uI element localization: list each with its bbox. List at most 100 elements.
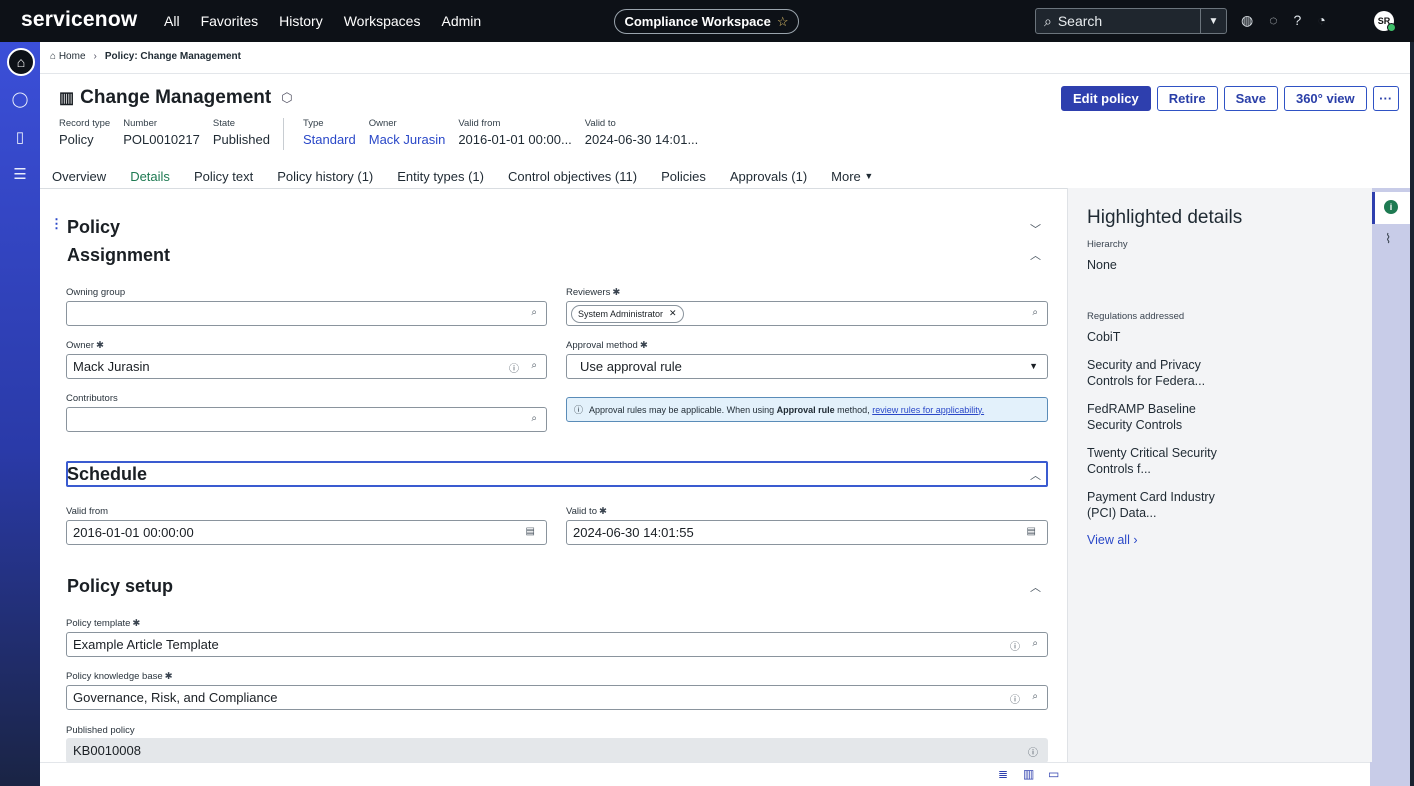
info-icon[interactable]: ⓘ (1010, 638, 1020, 653)
view-all-link[interactable]: View all › (1087, 533, 1138, 547)
servicenow-logo[interactable]: servicenow (21, 8, 137, 32)
chevron-up-icon[interactable]: ︿ (1030, 579, 1041, 595)
search-icon[interactable]: ⌕ (531, 360, 537, 371)
published-policy-field: KB0010008 ⓘ (66, 738, 1048, 762)
chevron-up-icon[interactable]: ︿ (1030, 247, 1041, 263)
chevron-right-icon: › (93, 51, 97, 62)
search-icon[interactable]: ⌕ (1032, 691, 1038, 702)
meta-divider (282, 118, 284, 150)
highlighted-details-panel: Highlighted details Hierarchy None Regul… (1067, 188, 1372, 762)
tab-control-objectives[interactable]: Control objectives (11) (496, 164, 649, 188)
tab-approvals[interactable]: Approvals (1) (718, 164, 819, 188)
info-icon[interactable]: i (1384, 200, 1398, 214)
search-placeholder: Search (1057, 13, 1103, 29)
meta-number: Number POL0010217 (123, 118, 200, 147)
list-icon[interactable]: ☰ (9, 163, 31, 185)
meta-type: Type Standard (302, 118, 356, 147)
regulation-item: Payment Card Industry (PCI) Data... (1087, 490, 1215, 520)
schedule-header-focus[interactable] (66, 461, 1048, 487)
valid-from-field[interactable]: 2016-01-01 00:00:00 ▤ (66, 520, 547, 545)
workspace-pill[interactable]: Compliance Workspace ☆ (614, 9, 799, 34)
review-rules-link[interactable]: review rules for applicability. (872, 405, 984, 415)
regulation-item: CobiT (1087, 330, 1121, 344)
info-icon[interactable]: ⓘ (1010, 691, 1020, 706)
section-policy: Policy (67, 217, 121, 237)
owner-field[interactable]: Mack Jurasin ⓘ ⌕ (66, 354, 547, 379)
info-icon[interactable]: ⓘ (1028, 744, 1038, 759)
nav-history[interactable]: History (279, 13, 323, 29)
calendar-icon[interactable]: ▤ (1027, 526, 1036, 537)
reviewers-label: Reviewers ✱ (566, 287, 621, 298)
paperclip-icon[interactable]: ⌇ (1385, 231, 1391, 247)
tab-policy-history[interactable]: Policy history (1) (265, 164, 385, 188)
reviewer-chip[interactable]: System Administrator ✕ (571, 304, 684, 323)
owning-group-label: Owning group (66, 287, 126, 298)
breadcrumb-home[interactable]: ⌂ Home (50, 51, 86, 62)
retire-button[interactable]: Retire (1156, 86, 1218, 111)
global-search[interactable]: ⌕ Search ▼ (1035, 8, 1227, 34)
hierarchy-label: Hierarchy (1087, 239, 1128, 250)
search-icon[interactable]: ⌕ (531, 413, 537, 424)
tab-overview[interactable]: Overview (40, 164, 118, 188)
more-actions-button[interactable]: ··· (1372, 86, 1399, 111)
tab-entity-types[interactable]: Entity types (1) (385, 164, 496, 188)
drag-handle-icon[interactable]: ⋮ (50, 216, 63, 232)
left-rail: ⌂ ◯ ▯ ☰ (0, 42, 40, 786)
meta-valid-from: Valid from 2016-01-01 00:00... (458, 118, 572, 147)
calendar-icon[interactable]: ▤ (526, 526, 535, 537)
list-view-icon[interactable]: ≣ (998, 767, 1008, 781)
chevron-down-icon[interactable]: ﹀ (1030, 221, 1041, 237)
record-page: ⌂ Home › Policy: Change Management ▥ Cha… (40, 42, 1410, 762)
details-form: ⋮ Policy ﹀ Assignment ︿ Owning group ⌕ R… (40, 189, 1067, 762)
user-avatar[interactable]: SR (1374, 11, 1396, 32)
contributors-field[interactable]: ⌕ (66, 407, 547, 432)
chevron-up-icon[interactable]: ︿ (1030, 467, 1041, 483)
owner-link[interactable]: Mack Jurasin (369, 132, 446, 147)
search-icon[interactable]: ⌕ (1032, 307, 1038, 318)
meta-state: State Published (212, 118, 270, 147)
remove-icon[interactable]: ✕ (669, 308, 677, 319)
knowledge-base-field[interactable]: Governance, Risk, and Compliance ⓘ ⌕ (66, 685, 1048, 710)
approval-method-select[interactable]: Use approval rule ▼ (566, 354, 1048, 379)
contributors-label: Contributors (66, 393, 118, 404)
edit-policy-button[interactable]: Edit policy (1061, 86, 1151, 111)
valid-to-field[interactable]: 2024-06-30 14:01:55 ▤ (566, 520, 1048, 545)
chat-icon[interactable]: ◌ (1269, 12, 1277, 29)
tab-more[interactable]: More ▼ (819, 164, 885, 188)
search-icon[interactable]: ⌕ (531, 307, 537, 318)
360-view-button[interactable]: 360° view (1283, 86, 1367, 111)
search-icon[interactable]: ⌕ (1032, 638, 1038, 649)
owning-group-field[interactable]: ⌕ (66, 301, 547, 326)
tag-icon[interactable]: ⬡ (281, 90, 292, 106)
info-icon[interactable]: ⓘ (509, 360, 519, 375)
globe-icon[interactable]: ◍ (1241, 12, 1253, 29)
section-assignment: Assignment (67, 245, 171, 265)
reviewers-field[interactable]: System Administrator ✕ ⌕ (566, 301, 1048, 326)
nav-favorites[interactable]: Favorites (201, 13, 259, 29)
nav-all[interactable]: All (164, 13, 180, 29)
tab-policies[interactable]: Policies (649, 164, 718, 188)
valid-to-label: Valid to ✱ (566, 506, 607, 517)
help-icon[interactable]: ? (1294, 12, 1302, 29)
view-switcher: ≣ ▥ ▭ (40, 762, 1370, 786)
nav-workspaces[interactable]: Workspaces (344, 13, 421, 29)
nav-admin[interactable]: Admin (441, 13, 481, 29)
type-link[interactable]: Standard (303, 132, 356, 147)
split-view-icon[interactable]: ▥ (1023, 767, 1034, 781)
breadcrumb-current: Policy: Change Management (104, 51, 241, 62)
search-scope-dropdown[interactable]: ▼ (1200, 9, 1226, 33)
save-button[interactable]: Save (1223, 86, 1278, 111)
top-navigation: servicenow All Favorites History Workspa… (0, 0, 1414, 42)
valid-from-label: Valid from (66, 506, 109, 517)
home-icon[interactable]: ⌂ (7, 48, 35, 76)
tab-policy-text[interactable]: Policy text (182, 164, 265, 188)
tab-details[interactable]: Details (118, 164, 182, 190)
single-view-icon[interactable]: ▭ (1048, 767, 1059, 781)
page-title: ▥ Change Management ⬡ (59, 87, 293, 109)
clipboard-icon[interactable]: ▯ (9, 126, 31, 148)
bell-icon[interactable]: ◔ (1317, 12, 1325, 29)
check-circle-icon[interactable]: ◯ (9, 88, 31, 110)
star-icon[interactable]: ☆ (777, 14, 789, 30)
policy-template-field[interactable]: Example Article Template ⓘ ⌕ (66, 632, 1048, 657)
regulations-label: Regulations addressed (1087, 311, 1185, 322)
